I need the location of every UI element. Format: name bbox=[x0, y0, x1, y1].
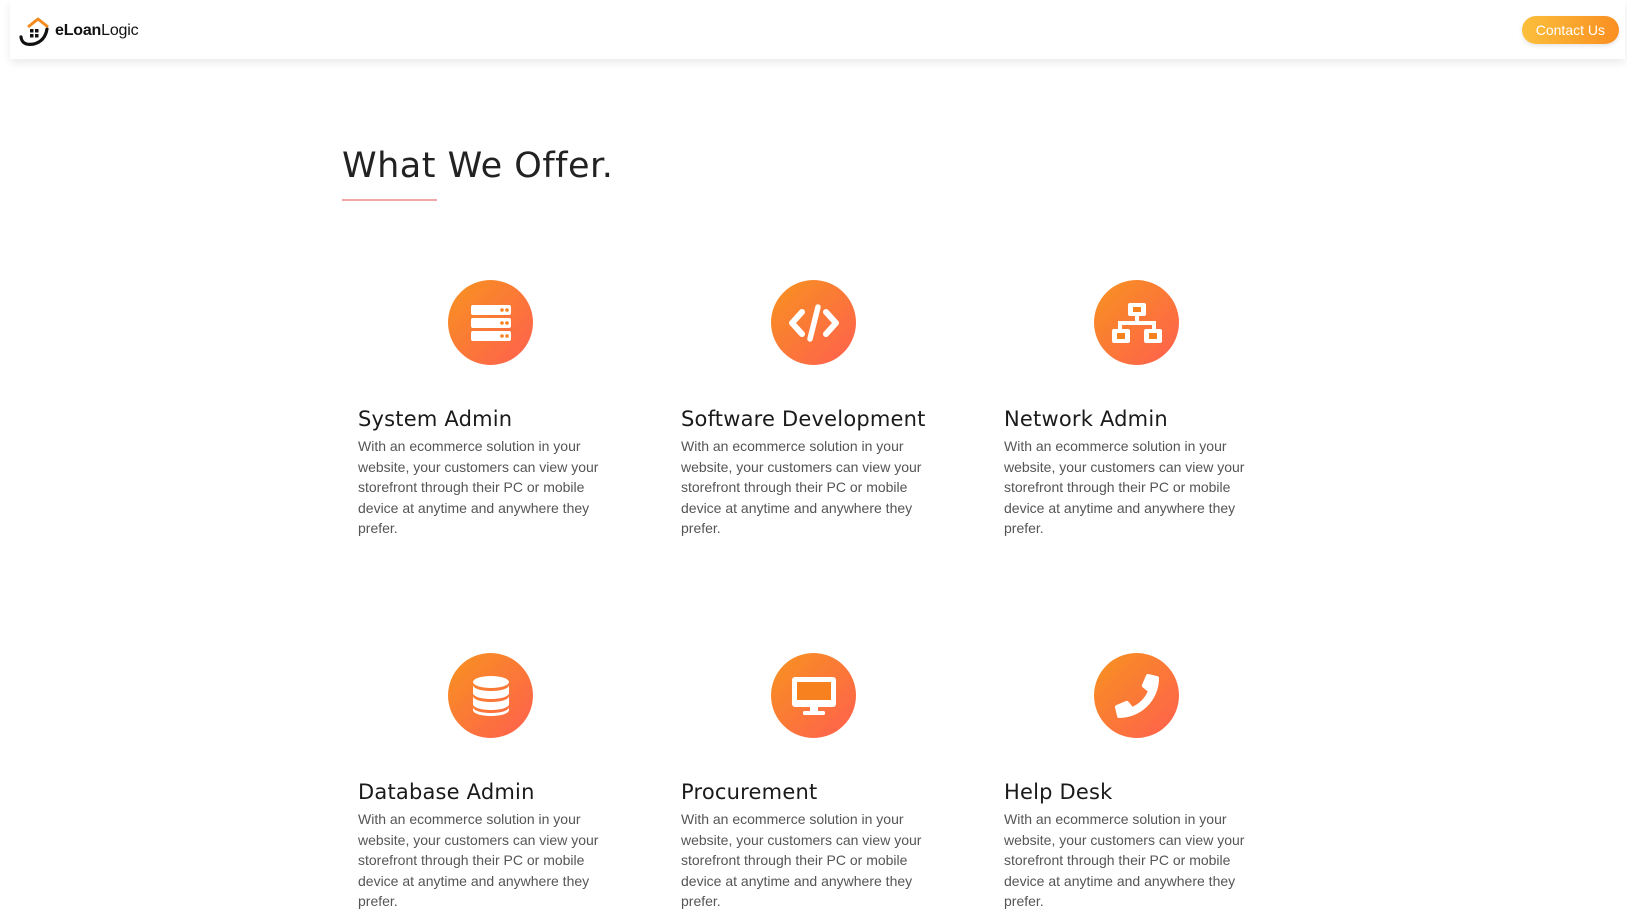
logo-text: eLoanLogic bbox=[55, 22, 139, 40]
service-description: With an ecommerce solution in your websi… bbox=[681, 438, 922, 536]
code-icon bbox=[788, 303, 839, 342]
server-icon bbox=[470, 304, 511, 341]
service-title: Network Admin bbox=[1004, 407, 1168, 431]
service-title: Database Admin bbox=[358, 780, 535, 804]
service-card-help-desk: Help Desk With an ecommerce solution in … bbox=[1004, 651, 1264, 909]
service-card-software-development: Software Development With an ecommerce s… bbox=[681, 278, 941, 538]
service-icon-circle bbox=[1094, 280, 1179, 365]
service-icon-circle bbox=[771, 280, 856, 365]
logo-mark-icon bbox=[19, 17, 49, 46]
brand-logo[interactable]: eLoanLogic bbox=[18, 15, 139, 47]
service-description: With an ecommerce solution in your websi… bbox=[358, 438, 599, 536]
service-title: Help Desk bbox=[1004, 780, 1113, 804]
contact-us-button[interactable]: Contact Us bbox=[1521, 16, 1619, 44]
database-icon bbox=[472, 675, 509, 716]
service-icon-circle bbox=[771, 653, 856, 738]
navbar: eLoanLogic Contact Us bbox=[10, 0, 1625, 59]
service-description: With an ecommerce solution in your websi… bbox=[1004, 811, 1245, 909]
service-icon-circle bbox=[448, 653, 533, 738]
phone-icon bbox=[1114, 673, 1159, 718]
service-icon-circle bbox=[1094, 653, 1179, 738]
logo-text-light: Logic bbox=[101, 22, 139, 39]
service-description: With an ecommerce solution in your websi… bbox=[358, 811, 599, 909]
service-card-network-admin: Network Admin With an ecommerce solution… bbox=[1004, 278, 1264, 538]
network-icon bbox=[1111, 302, 1162, 343]
service-card-database-admin: Database Admin With an ecommerce solutio… bbox=[358, 651, 618, 909]
service-description: With an ecommerce solution in your websi… bbox=[681, 811, 922, 909]
service-card-procurement: Procurement With an ecommerce solution i… bbox=[681, 651, 941, 909]
service-title: Software Development bbox=[681, 407, 926, 431]
service-title: Procurement bbox=[681, 780, 818, 804]
desktop-icon bbox=[791, 676, 836, 715]
title-underline bbox=[342, 199, 437, 201]
service-icon-circle bbox=[448, 280, 533, 365]
service-description: With an ecommerce solution in your websi… bbox=[1004, 438, 1245, 536]
service-title: System Admin bbox=[358, 407, 513, 431]
service-card-system-admin: System Admin With an ecommerce solution … bbox=[358, 278, 618, 538]
section-title: What We Offer. bbox=[342, 146, 614, 186]
logo-text-bold: eLoan bbox=[55, 22, 102, 39]
